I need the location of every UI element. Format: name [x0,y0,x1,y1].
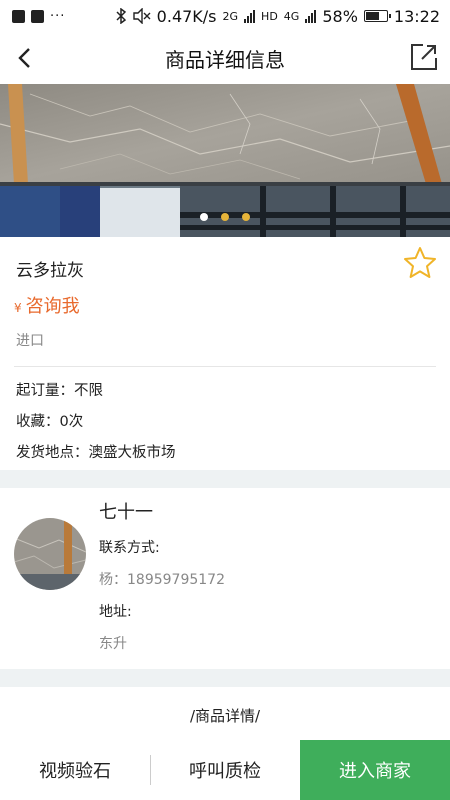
favorite-count: 收藏：0次 [16,414,84,430]
signal-1-icon [244,9,256,23]
carousel-indicators [0,213,450,221]
bluetooth-icon [116,8,126,24]
more-notifications-icon: ··· [50,8,66,24]
hd-label: HD [261,9,278,23]
signal-2-icon [305,9,317,23]
product-origin: 进口 [16,333,44,349]
seller-avatar-image [14,518,86,590]
min-order: 起订量：不限 [16,383,103,399]
status-right: 0.47K/s 2G HD 4G 58% 13:22 [115,7,440,26]
video-inspect-button[interactable]: 视频验石 [0,740,150,800]
seller-name: 七十一 [99,502,153,523]
mute-icon [132,8,151,24]
currency-symbol: ¥ [14,301,22,315]
product-image-carousel[interactable] [0,84,450,237]
ship-from: 发货地点：澳盛大板市场 [16,445,176,461]
page-title: 商品详细信息 [165,47,285,72]
section-separator [0,470,450,488]
product-details-heading: /商品详情/ [189,707,261,725]
network-4g-label: 4G [283,9,300,23]
battery-percent: 58% [322,6,358,26]
price-text: 咨询我 [25,296,80,317]
address-value: 东升 [99,636,127,652]
address-label: 地址: [99,604,132,620]
back-arrow-icon[interactable] [14,46,38,70]
carousel-dot[interactable] [221,213,229,221]
enter-store-button[interactable]: 进入商家 [300,740,450,800]
carousel-dot[interactable] [242,213,250,221]
app-header: 商品详细信息 [0,32,450,84]
bottom-action-bar: 视频验石 呼叫质检 进入商家 [0,740,450,800]
call-inspection-button[interactable]: 呼叫质检 [150,740,300,800]
carousel-dot[interactable] [200,213,208,221]
battery-icon [363,10,391,22]
product-name: 云多拉灰 [16,261,84,281]
divider [14,366,436,367]
favorite-star-icon[interactable] [402,245,438,281]
network-speed: 0.47K/s [156,6,217,26]
status-left: ··· [12,9,65,24]
section-separator [0,669,450,687]
network-2g-label: 2G [222,9,239,23]
contact-phone[interactable]: 杨：18959795172 [99,569,225,589]
status-bar: ··· 0.47K/s 2G HD 4G 58% 13:22 [0,0,450,32]
share-icon[interactable] [410,43,438,71]
seller-avatar[interactable] [14,518,86,590]
price: ¥ 咨询我 [14,292,80,318]
clock: 13:22 [393,6,440,26]
app-notification-icon [31,9,44,23]
image-notification-icon [12,9,25,23]
contact-label: 联系方式: [99,540,160,556]
